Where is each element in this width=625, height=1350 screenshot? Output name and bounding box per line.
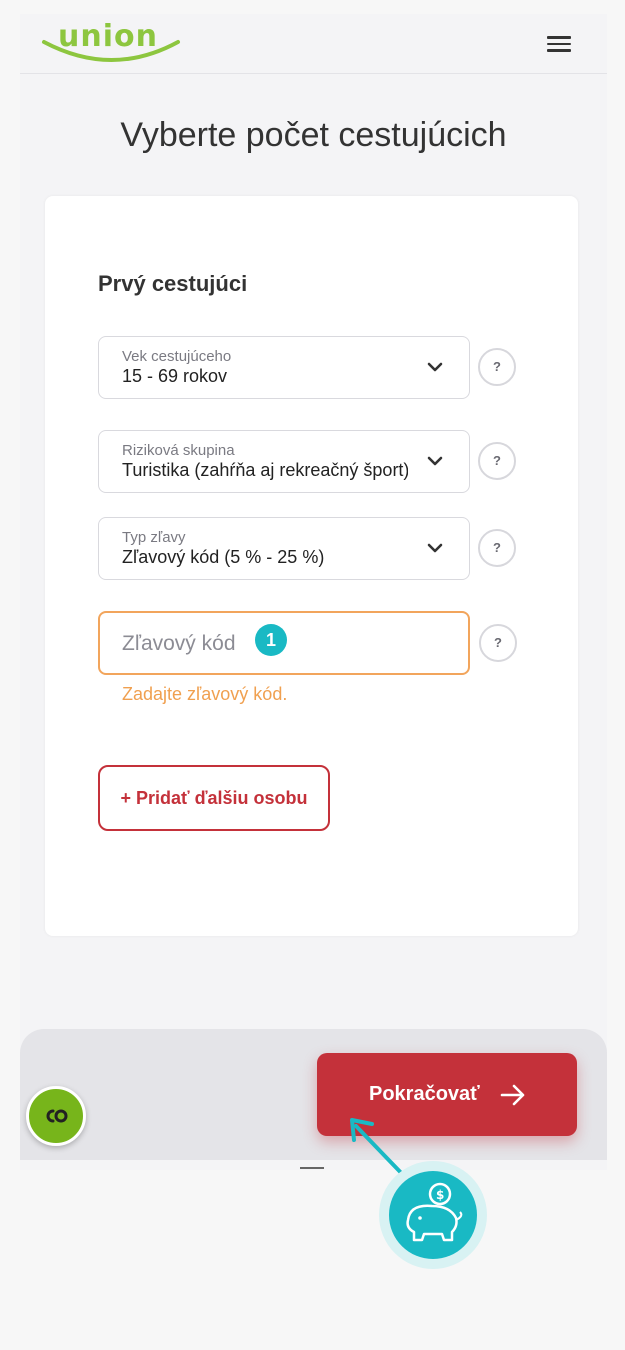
discount-code-error: Zadajte zľavový kód.: [122, 684, 288, 704]
add-person-button[interactable]: + Pridať ďalšiu osobu: [98, 765, 330, 831]
section-title: Prvý cestujúci: [98, 271, 248, 296]
discount-code-input[interactable]: [122, 629, 372, 659]
age-select[interactable]: Vek cestujúceho 15 - 69 rokov: [98, 336, 470, 399]
bottom-bar: Pokračovať: [20, 1029, 607, 1160]
traveler-form-card: Prvý cestujúci Vek cestujúceho 15 - 69 r…: [45, 196, 578, 936]
piggy-bank-icon: $: [379, 1161, 487, 1269]
scroll-indicator: [300, 1167, 324, 1169]
chevron-down-icon: [427, 543, 443, 553]
continue-label: Pokračovať: [369, 1083, 480, 1105]
discount-code-help-button[interactable]: ?: [479, 624, 517, 662]
header: union: [20, 14, 607, 74]
union-logo[interactable]: union: [40, 16, 182, 66]
risk-group-value: Turistika (zahŕňa aj rekreačný šport): [122, 460, 408, 480]
discount-type-label: Typ zľavy: [122, 529, 186, 546]
discount-type-select[interactable]: Typ zľavy Zľavový kód (5 % - 25 %): [98, 517, 470, 580]
risk-group-label: Riziková skupina: [122, 442, 235, 459]
svg-text:union: union: [58, 19, 158, 54]
chevron-down-icon: [427, 456, 443, 466]
chevron-down-icon: [427, 362, 443, 372]
hamburger-icon[interactable]: [547, 36, 571, 52]
chat-button[interactable]: [26, 1086, 86, 1146]
step-number-badge: 1: [255, 624, 287, 656]
age-label: Vek cestujúceho: [122, 348, 232, 365]
chat-icon: [46, 1109, 68, 1123]
piggy-bank-button[interactable]: $: [378, 1160, 488, 1270]
arrow-right-icon: [500, 1084, 525, 1106]
page-title: Vyberte počet cestujúcich: [120, 116, 507, 154]
discount-code-field[interactable]: 1: [98, 611, 470, 675]
discount-type-value: Zľavový kód (5 % - 25 %): [122, 547, 325, 567]
continue-button[interactable]: Pokračovať: [317, 1053, 577, 1136]
risk-group-help-button[interactable]: ?: [478, 442, 516, 480]
age-help-button[interactable]: ?: [478, 348, 516, 386]
logo-graphic: union: [42, 19, 180, 62]
svg-text:$: $: [436, 1188, 444, 1202]
risk-group-select[interactable]: Riziková skupina Turistika (zahŕňa aj re…: [98, 430, 470, 493]
discount-type-help-button[interactable]: ?: [478, 529, 516, 567]
app-frame: union Vyberte počet cestujúcich Prvý ces…: [20, 14, 607, 1170]
age-value: 15 - 69 rokov: [122, 366, 228, 386]
